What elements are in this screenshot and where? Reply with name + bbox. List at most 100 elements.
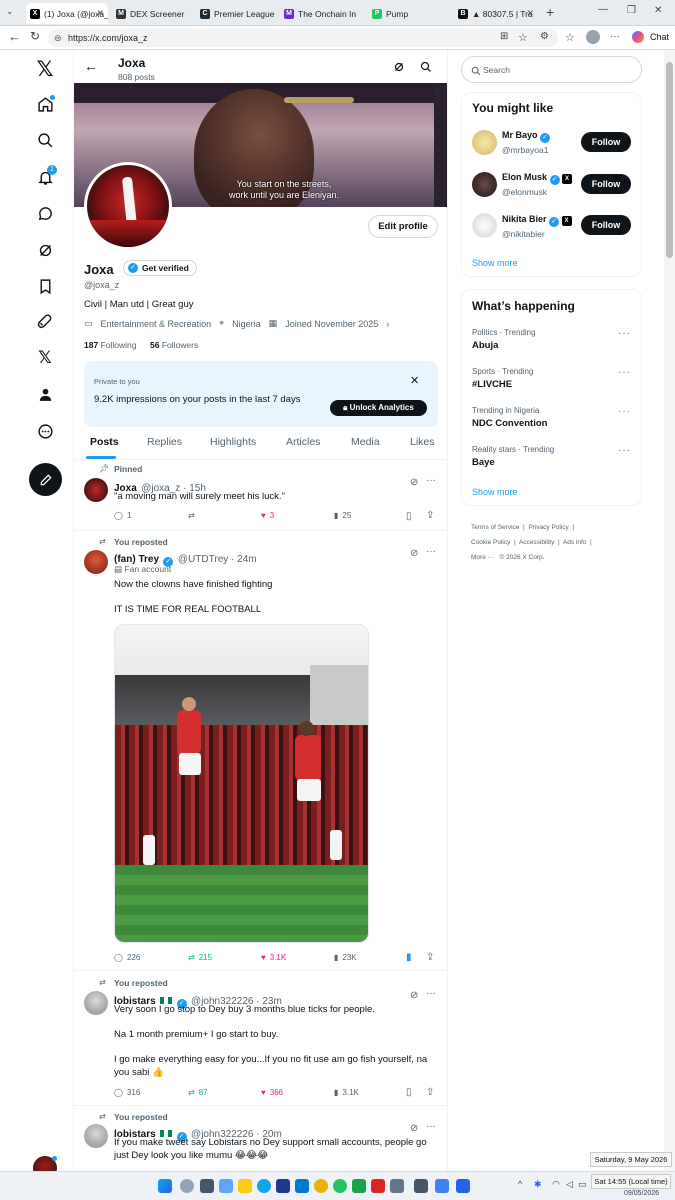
share-icon[interactable]: ⇪ xyxy=(426,1087,434,1098)
close-tab-icon[interactable]: ✕ xyxy=(526,8,534,19)
file-explorer-icon[interactable] xyxy=(238,1179,252,1193)
restore-icon[interactable]: ❐ xyxy=(627,5,636,16)
more-options-icon[interactable]: ··· xyxy=(426,988,436,999)
terms-link[interactable]: Terms of Service xyxy=(471,524,519,531)
bookmark-icon[interactable]: ▯ xyxy=(406,511,412,522)
show-more-link[interactable]: Show more xyxy=(472,258,518,268)
follow-button[interactable]: Follow xyxy=(581,215,631,235)
profile-avatar[interactable] xyxy=(84,162,172,250)
privacy-link[interactable]: Privacy Policy xyxy=(528,524,568,531)
nav-bookmarks[interactable] xyxy=(35,276,55,296)
extensions-icon[interactable]: ⚙ xyxy=(540,31,549,42)
reply-button[interactable]: ◯ 1 xyxy=(114,511,131,520)
battery-icon[interactable]: ▭ xyxy=(578,1179,587,1190)
ads-info-link[interactable]: Ads info xyxy=(563,539,587,546)
like-button[interactable]: ♥ 366 xyxy=(261,1088,283,1097)
close-tab-icon[interactable]: ✕ xyxy=(96,8,104,19)
suggested-user-name[interactable]: Nikita Bier ✓ X xyxy=(502,214,572,227)
views-button[interactable]: ▮ 23K xyxy=(334,953,357,962)
start-icon[interactable] xyxy=(158,1179,172,1193)
browser-tab-premier-league[interactable]: C Premier League xyxy=(196,3,276,24)
trend-item[interactable]: Reality stars · Trending Baye xyxy=(472,445,554,468)
trend-more-icon[interactable]: ··· xyxy=(618,445,631,456)
search-icon[interactable] xyxy=(180,1179,194,1193)
terminal-icon[interactable] xyxy=(414,1179,428,1193)
following-link[interactable]: 187 Following xyxy=(84,340,136,350)
back-arrow-icon[interactable]: ← xyxy=(84,58,98,74)
repost-button[interactable]: ⇄ 87 xyxy=(188,1088,208,1097)
share-icon[interactable]: ⇪ xyxy=(426,952,434,963)
grok-explain-icon[interactable]: ⊘ xyxy=(410,548,418,559)
x-logo-icon[interactable]: 𝕏 xyxy=(35,58,55,81)
avatar[interactable] xyxy=(472,213,497,238)
more-options-icon[interactable]: ··· xyxy=(426,546,436,557)
more-options-icon[interactable]: ··· xyxy=(426,475,436,486)
trend-item[interactable]: Politics · Trending Abuja xyxy=(472,328,536,351)
suggested-user-name[interactable]: Elon Musk ✓ X xyxy=(502,172,573,185)
repost-button[interactable]: ⇄ 215 xyxy=(188,953,212,962)
minimize-icon[interactable]: — xyxy=(598,4,608,15)
trend-more-icon[interactable]: ··· xyxy=(618,406,631,417)
browser-tab-trading[interactable]: B ▲ 80307.5 | Tra ✕ xyxy=(454,3,538,24)
vscode-icon[interactable] xyxy=(456,1179,470,1193)
tab-likes[interactable]: Likes xyxy=(410,436,435,448)
more-menu-icon[interactable]: ··· xyxy=(610,31,620,42)
reply-button[interactable]: ◯ 226 xyxy=(114,953,140,962)
nav-messages[interactable] xyxy=(35,203,55,223)
refresh-icon[interactable]: ↻ xyxy=(30,29,40,43)
back-icon[interactable]: ← xyxy=(8,29,21,44)
get-verified-button[interactable]: ✓ Get verified xyxy=(123,260,197,276)
chevron-right-icon[interactable]: › xyxy=(386,319,389,329)
browser-tab-dexscreener[interactable]: M DEX Screener xyxy=(112,3,192,24)
outlook-icon[interactable] xyxy=(295,1179,309,1193)
tab-posts[interactable]: Posts xyxy=(90,436,119,448)
widgets-icon[interactable] xyxy=(219,1179,233,1193)
nav-profile[interactable] xyxy=(35,384,55,404)
nav-home[interactable] xyxy=(35,94,55,114)
nav-grok[interactable] xyxy=(35,240,55,260)
tab-highlights[interactable]: Highlights xyxy=(210,436,256,448)
tray-chevron-icon[interactable]: ^ xyxy=(518,1179,522,1189)
nav-more[interactable] xyxy=(35,421,55,441)
store-icon[interactable] xyxy=(276,1179,290,1193)
spotify-icon[interactable] xyxy=(352,1179,366,1193)
profile-avatar-icon[interactable] xyxy=(586,30,600,44)
wifi-icon[interactable]: ◠ xyxy=(552,1179,560,1190)
nav-premium[interactable]: 𝕏 xyxy=(35,348,55,368)
tab-media[interactable]: Media xyxy=(351,436,380,448)
bluetooth-icon[interactable]: ✱ xyxy=(534,1179,542,1190)
close-window-icon[interactable]: ✕ xyxy=(654,5,662,16)
grok-header-button[interactable] xyxy=(393,60,405,78)
follow-button[interactable]: Follow xyxy=(581,174,631,194)
followers-link[interactable]: 56 Followers xyxy=(150,340,198,350)
new-tab-icon[interactable]: + xyxy=(546,4,554,20)
whatsapp-icon[interactable] xyxy=(333,1179,347,1193)
favorites-icon[interactable]: ☆ xyxy=(565,31,575,44)
trend-more-icon[interactable]: ··· xyxy=(618,328,631,339)
post-pinned[interactable]: 📌︎ Pinned Joxa @joxa_z · 15h ⊘ ··· "a mo… xyxy=(74,460,447,531)
pdf-icon[interactable] xyxy=(371,1179,385,1193)
settings-icon[interactable] xyxy=(435,1179,449,1193)
apps-icon[interactable]: ⊞ xyxy=(500,31,508,42)
avatar[interactable] xyxy=(84,550,108,574)
share-icon[interactable]: ⇪ xyxy=(426,510,434,521)
edge-icon[interactable] xyxy=(257,1179,271,1193)
trend-item[interactable]: Trending in Nigeria NDC Convention xyxy=(472,406,547,429)
avatar[interactable] xyxy=(84,991,108,1015)
url-input[interactable]: ⊜ https://x.com/joxa_z xyxy=(48,29,558,47)
app-icon[interactable] xyxy=(390,1179,404,1193)
post-reposted-lobistars[interactable]: ⇄ You reposted lobistars ✓ @john322226 ·… xyxy=(74,971,447,1106)
accessibility-link[interactable]: Accessibility xyxy=(519,539,554,546)
post-media-image[interactable] xyxy=(114,624,369,943)
profile-search-button[interactable] xyxy=(420,60,432,78)
author-handle[interactable]: @UTDTrey · 24m xyxy=(178,554,257,565)
scrollbar-track[interactable] xyxy=(664,50,675,1171)
views-button[interactable]: ▮ 25 xyxy=(334,511,351,520)
nav-jobs[interactable] xyxy=(35,312,55,332)
trend-more-icon[interactable]: ··· xyxy=(618,367,631,378)
chrome-icon[interactable] xyxy=(314,1179,328,1193)
reply-button[interactable]: ◯ 316 xyxy=(114,1088,140,1097)
nav-explore[interactable] xyxy=(35,130,55,150)
scrollbar-thumb[interactable] xyxy=(666,62,673,258)
grok-explain-icon[interactable]: ⊘ xyxy=(410,1123,418,1134)
